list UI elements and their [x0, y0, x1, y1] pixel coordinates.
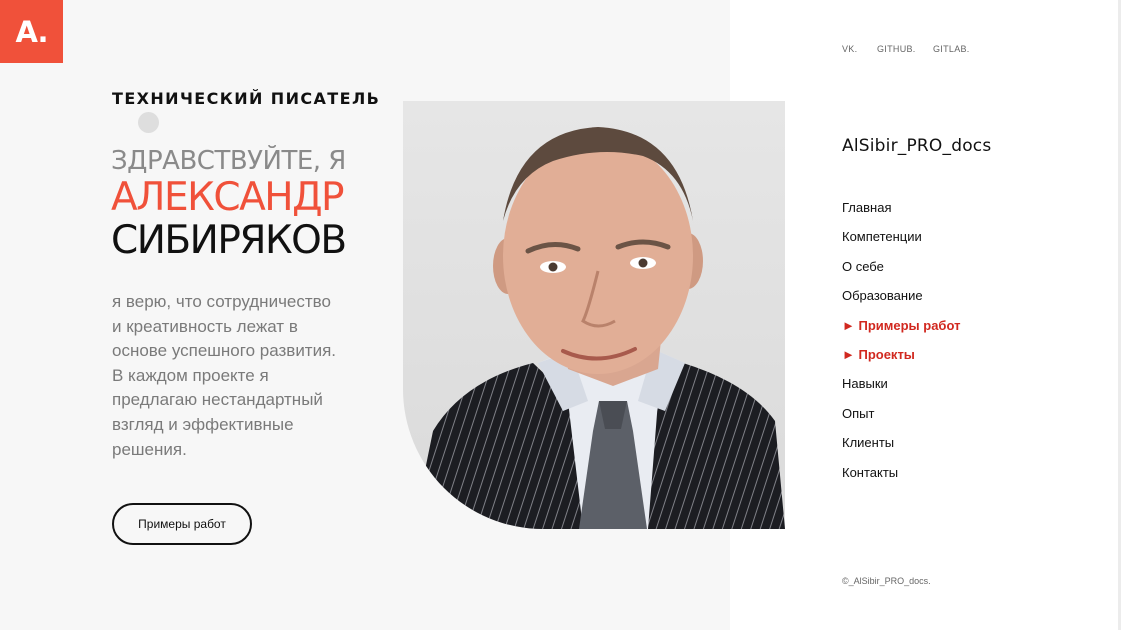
hero-greeting: ЗДРАВСТВУЙТЕ, Я — [111, 146, 346, 176]
nav-item-home[interactable]: Главная — [842, 200, 960, 229]
nav-item-about[interactable]: О себе — [842, 259, 960, 288]
nav-item-skills[interactable]: Навыки — [842, 376, 960, 405]
main-navigation: Главная Компетенции О себе Образование ►… — [842, 200, 960, 494]
hero-last-name: СИБИРЯКОВ — [111, 218, 347, 263]
hero-first-name: АЛЕКСАНДР — [111, 175, 345, 220]
logo[interactable]: A. — [0, 0, 63, 63]
nav-item-education[interactable]: Образование — [842, 288, 960, 317]
hero-role: ТЕХНИЧЕСКИЙ ПИСАТЕЛЬ — [112, 89, 381, 108]
nav-item-projects[interactable]: ► Проекты — [842, 347, 960, 376]
hero-bio: я верю, что сотрудничество и креативност… — [112, 292, 337, 459]
profile-photo — [403, 101, 785, 529]
social-link-gitlab[interactable]: GITLAB. — [933, 44, 970, 54]
nav-item-experience[interactable]: Опыт — [842, 406, 960, 435]
footer-copyright: ©_AlSibir_PRO_docs. — [842, 576, 931, 586]
portrait-illustration — [413, 127, 785, 529]
site-brand[interactable]: AlSibir_PRO_docs — [842, 136, 991, 156]
portfolio-button[interactable]: Примеры работ — [112, 503, 252, 545]
nav-item-competencies[interactable]: Компетенции — [842, 229, 960, 258]
nav-item-work-samples[interactable]: ► Примеры работ — [842, 318, 960, 347]
nav-item-contacts[interactable]: Контакты — [842, 465, 960, 494]
social-link-vk[interactable]: VK. — [842, 44, 857, 54]
social-link-github[interactable]: GITHUB. — [877, 44, 916, 54]
nav-item-clients[interactable]: Клиенты — [842, 435, 960, 464]
decorative-dot — [138, 112, 159, 133]
